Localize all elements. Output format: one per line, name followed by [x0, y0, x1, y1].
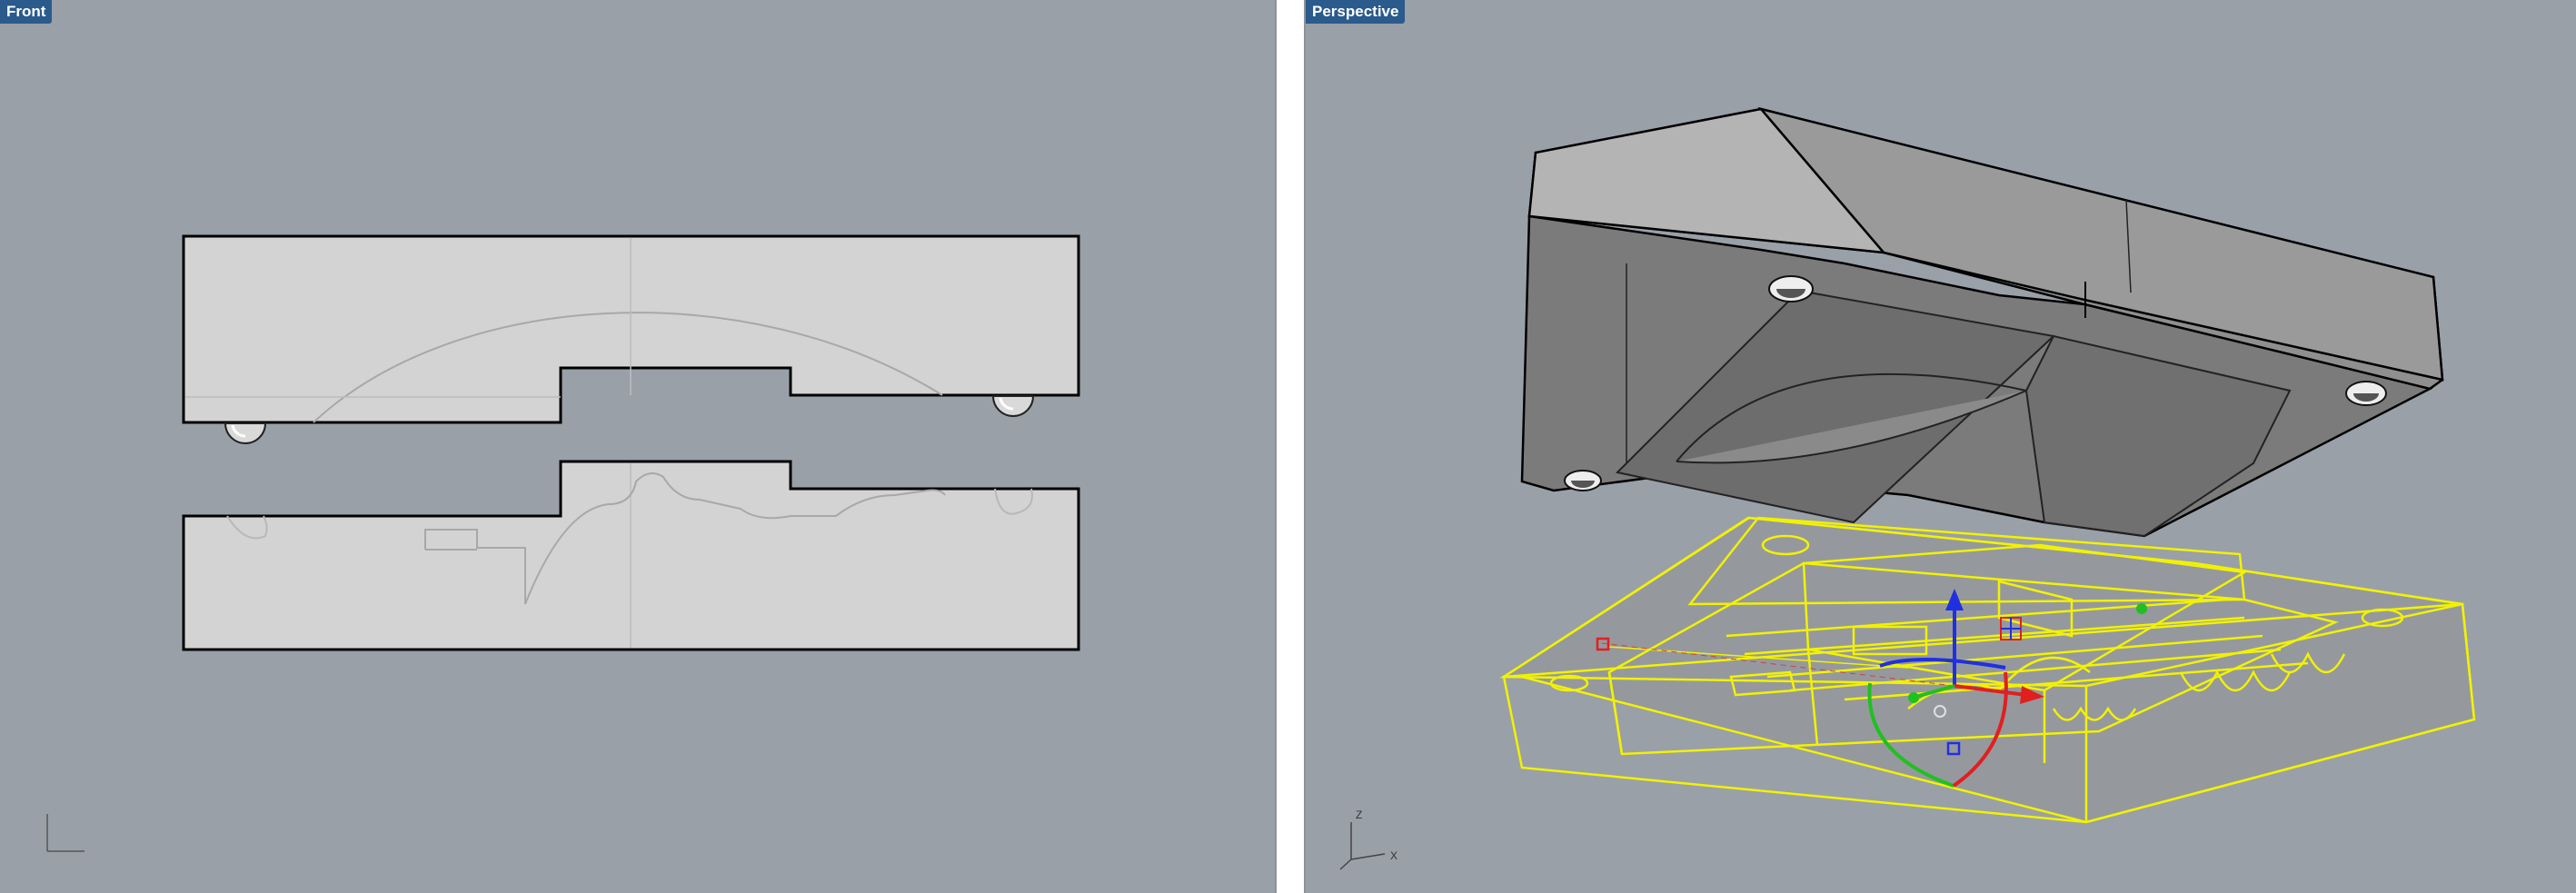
world-axis-icon: Z X — [1339, 809, 1397, 870]
dowel-dome[interactable] — [991, 395, 1035, 417]
upper-mold-half[interactable] — [182, 234, 1080, 424]
lower-mold-selected-wireframe[interactable] — [1499, 516, 2476, 824]
rhino-workspace: Front Z X Perspective — [0, 0, 2576, 893]
dowel-dome[interactable] — [224, 422, 267, 444]
viewport-tab-perspective[interactable]: Perspective — [1306, 0, 1406, 24]
axis-z-label: Z — [1356, 809, 1362, 821]
upper-mold-solid[interactable] — [1520, 106, 2444, 538]
viewport-splitter[interactable] — [1275, 0, 1306, 893]
dowel-dome[interactable] — [2345, 381, 2387, 406]
lower-mold-half[interactable] — [182, 460, 1080, 651]
front-view-scene — [46, 234, 1080, 852]
perspective-view-scene: Z X — [1339, 106, 2476, 870]
front-viewport[interactable]: Front — [0, 0, 1275, 893]
dowel-dome[interactable] — [1768, 275, 1814, 303]
axis-x-label: X — [1390, 849, 1397, 862]
world-axis-icon — [46, 814, 85, 852]
dowel-dome[interactable] — [1564, 470, 1602, 491]
viewport-tab-front[interactable]: Front — [0, 0, 53, 24]
perspective-viewport[interactable]: Z X Perspective — [1306, 0, 2576, 893]
